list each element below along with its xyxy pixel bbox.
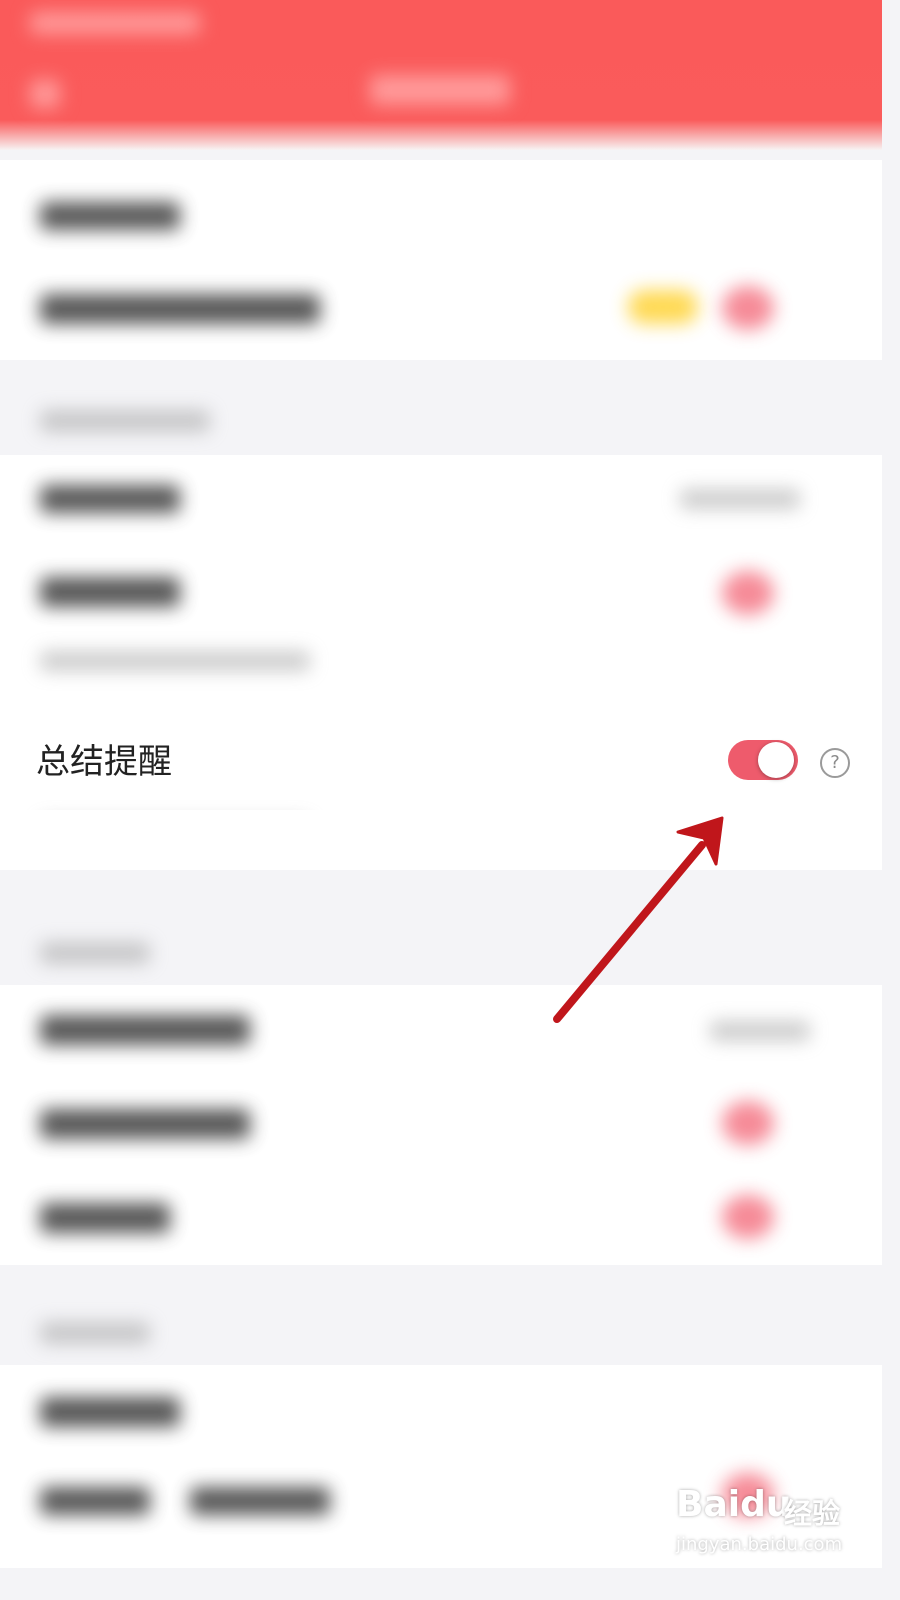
watermark-url: jingyan.baidu.com <box>676 1534 843 1555</box>
arrow-head <box>676 816 724 866</box>
red-arrow-annotation <box>553 816 724 1023</box>
watermark-product: 经验 <box>784 1497 841 1530</box>
baidu-jingyan-watermark: Baidu 经验 jingyan.baidu.com <box>672 1470 872 1560</box>
arrow-shaft <box>553 841 706 1023</box>
watermark-logo: Baidu <box>676 1484 792 1525</box>
